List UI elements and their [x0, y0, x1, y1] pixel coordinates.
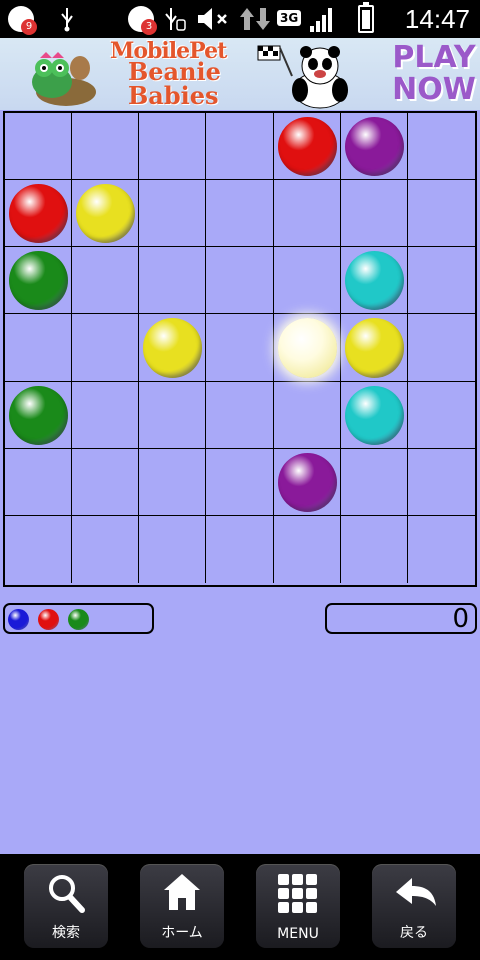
- play-now-button[interactable]: PLAY NOW: [390, 42, 478, 106]
- panda-mascot-image: [257, 45, 348, 109]
- menu-button[interactable]: MENU: [256, 864, 340, 948]
- board-cell[interactable]: [5, 448, 73, 516]
- board-cell[interactable]: [206, 381, 274, 449]
- board-cell[interactable]: [5, 314, 73, 382]
- next-ball-green: [68, 609, 89, 630]
- board-cell[interactable]: [139, 381, 207, 449]
- ball-purple[interactable]: [344, 117, 404, 177]
- board-cell[interactable]: [5, 113, 73, 181]
- back-button[interactable]: 戻る: [372, 864, 456, 948]
- board-cell[interactable]: [139, 180, 207, 248]
- board-cell[interactable]: [407, 247, 475, 315]
- board-cell[interactable]: [72, 448, 140, 516]
- board-cell[interactable]: [206, 314, 274, 382]
- ball-yellow[interactable]: [344, 318, 404, 378]
- next-balls-panel: [3, 603, 154, 634]
- menu-grid-icon: [278, 874, 317, 913]
- board-cell[interactable]: [273, 180, 341, 248]
- notification-icon: 9: [8, 6, 37, 35]
- board-cell[interactable]: [139, 448, 207, 516]
- board-cell[interactable]: [72, 247, 140, 315]
- board-cell[interactable]: [407, 314, 475, 382]
- mute-icon: [196, 6, 232, 32]
- clock: 14:47: [404, 4, 470, 34]
- board-cell[interactable]: [72, 381, 140, 449]
- ball-green[interactable]: [9, 385, 69, 445]
- board-cell[interactable]: [72, 314, 140, 382]
- notification-badge: 3: [141, 19, 157, 35]
- board-cell[interactable]: [72, 113, 140, 181]
- ball-cyan[interactable]: [344, 251, 404, 311]
- menu-label: MENU: [277, 926, 319, 942]
- ball-cyan[interactable]: [344, 385, 404, 445]
- board-cell[interactable]: [340, 448, 408, 516]
- board-cell[interactable]: [407, 113, 475, 181]
- board-cell[interactable]: [407, 382, 475, 449]
- board-cell[interactable]: [206, 247, 274, 315]
- board-cell[interactable]: [5, 515, 73, 583]
- score-panel: 0: [325, 603, 477, 634]
- board-cell[interactable]: [407, 449, 475, 516]
- next-ball-red: [38, 609, 59, 630]
- board-cell[interactable]: [139, 247, 207, 315]
- board-cell[interactable]: [206, 180, 274, 248]
- game-board[interactable]: [3, 111, 477, 587]
- home-icon: [164, 874, 200, 910]
- board-cell[interactable]: [206, 515, 274, 583]
- search-button[interactable]: 検索: [24, 864, 108, 948]
- score-value: 0: [452, 604, 469, 634]
- play-now-line: PLAY: [392, 40, 476, 75]
- ad-subtitle: Beanie Babies: [128, 60, 221, 108]
- data-transfer-icon: [238, 6, 272, 32]
- board-cell[interactable]: [139, 113, 207, 181]
- board-cell[interactable]: [206, 113, 274, 181]
- ball-purple[interactable]: [277, 452, 337, 512]
- notification-badge: 9: [21, 19, 37, 35]
- board-cell[interactable]: [273, 381, 341, 449]
- search-icon: [49, 875, 85, 913]
- usb-icon: [58, 6, 76, 32]
- play-now-line: NOW: [392, 72, 476, 107]
- ball-red[interactable]: [9, 184, 69, 244]
- ad-subtitle-line: Babies: [128, 81, 219, 110]
- board-cell[interactable]: [206, 448, 274, 516]
- notification-icon: 3: [128, 6, 157, 35]
- signal-icon: [310, 8, 332, 32]
- board-cell[interactable]: [139, 515, 207, 583]
- usb-debug-icon: [164, 6, 186, 32]
- status-bar: 9 3 3G 14:47: [0, 0, 480, 38]
- home-button[interactable]: ホーム: [140, 864, 224, 948]
- board-cell[interactable]: [273, 247, 341, 315]
- ball-red[interactable]: [277, 117, 337, 177]
- next-ball-blue: [8, 609, 29, 630]
- network-3g-icon: 3G: [277, 10, 302, 26]
- ball-yellow[interactable]: [143, 318, 203, 378]
- board-cell[interactable]: [341, 515, 408, 583]
- back-label: 戻る: [400, 925, 428, 941]
- selected-ball[interactable]: [277, 318, 337, 378]
- board-cell[interactable]: [274, 515, 341, 583]
- frog-mascot-image: [32, 52, 96, 106]
- ad-banner[interactable]: MobilePet Beanie Babies PLAY NOW: [0, 38, 480, 110]
- board-cell[interactable]: [408, 516, 475, 583]
- back-arrow-icon: [396, 878, 436, 906]
- board-cell[interactable]: [72, 515, 140, 583]
- home-label: ホーム: [161, 925, 203, 941]
- search-label: 検索: [52, 925, 80, 941]
- board-cell[interactable]: [407, 180, 475, 248]
- board-cell[interactable]: [340, 180, 408, 248]
- battery-icon: [358, 2, 374, 33]
- bottom-nav-bar: 検索 ホーム MENU 戻る: [0, 854, 480, 960]
